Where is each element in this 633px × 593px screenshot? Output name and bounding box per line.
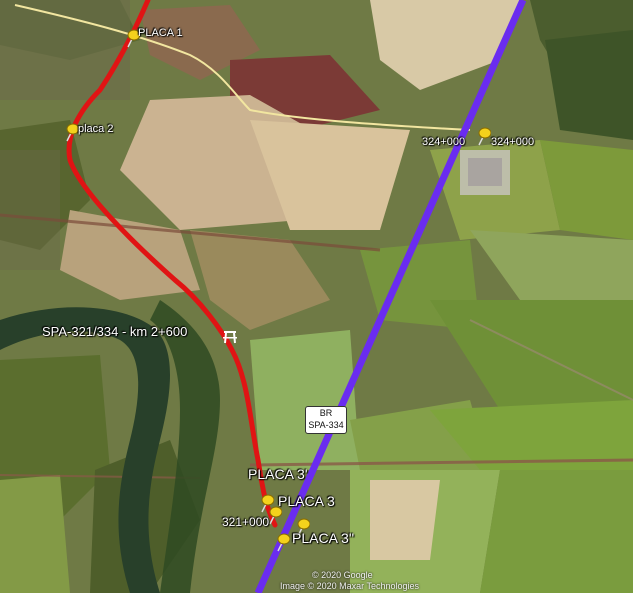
bridge-icon[interactable] (222, 329, 238, 345)
shield-line-1: BR (319, 408, 333, 418)
placemark-label-placa-2[interactable]: placa 2 (78, 123, 113, 135)
placemark-label-placa-3[interactable]: PLACA 3 (278, 493, 335, 509)
highway-shield-icon: BR SPA-334 (305, 406, 347, 434)
shield-line-2: SPA-334 (308, 420, 344, 430)
bridge-label[interactable]: SPA-321/334 - km 2+600 (42, 324, 187, 339)
pushpin-icon[interactable] (63, 122, 79, 142)
placemark-label-placa-1[interactable]: PLACA 1 (138, 27, 183, 39)
placemark-label-placa-3-double-prime[interactable]: PLACA 3'' (292, 530, 354, 546)
attribution-line-1: © 2020 Google (312, 570, 373, 580)
pushpin-icon[interactable] (475, 126, 491, 146)
map-attribution: © 2020 Google Image © 2020 Maxar Technol… (280, 570, 419, 592)
km-marker-label-right[interactable]: 324+000 (491, 136, 534, 148)
satellite-map[interactable]: PLACA 1 placa 2 324+000 324+000 SPA-321/… (0, 0, 633, 593)
attribution-line-2: Image © 2020 Maxar Technologies (280, 581, 420, 591)
km-marker-label-321[interactable]: 321+000 (222, 515, 269, 529)
km-marker-label-left[interactable]: 324+000 (422, 136, 465, 148)
placemark-label-placa-3-prime[interactable]: PLACA 3' (248, 466, 308, 482)
pushpin-icon[interactable] (274, 532, 290, 552)
